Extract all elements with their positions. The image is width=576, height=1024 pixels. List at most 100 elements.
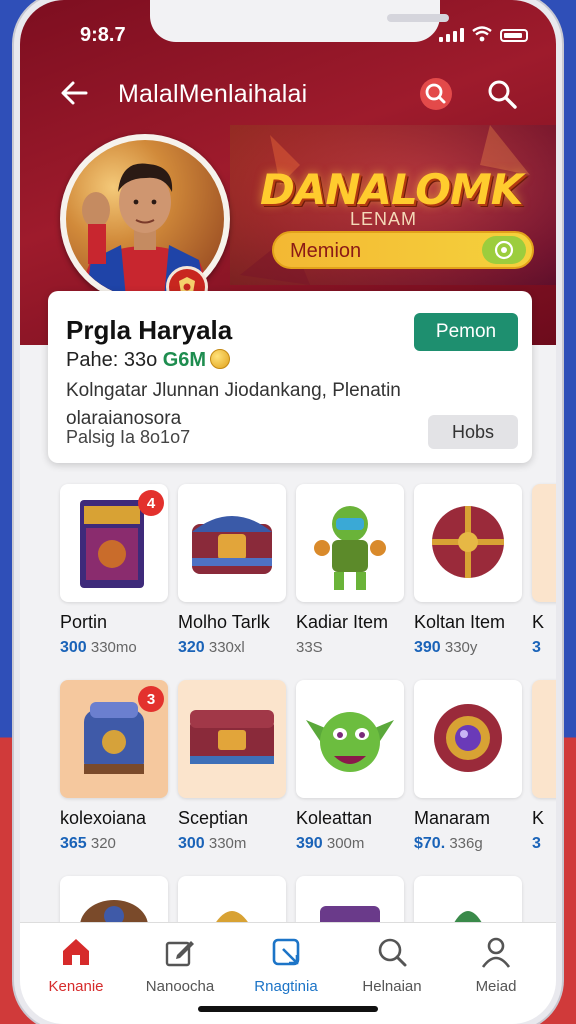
- profile-price: Pahe: 33o G6M: [66, 349, 231, 372]
- secondary-button[interactable]: Hobs: [428, 415, 518, 449]
- user-icon: [481, 937, 511, 968]
- item-card[interactable]: K 3: [532, 484, 556, 657]
- item-price: 365 320: [60, 835, 168, 853]
- item-price-value: 300: [178, 835, 205, 852]
- tab-home[interactable]: Kenanie: [26, 935, 126, 995]
- amulet-icon: [434, 704, 502, 772]
- banner-title: DANALOMK: [260, 165, 523, 214]
- tab-search[interactable]: Helnaian: [342, 935, 442, 995]
- item-thumb: [296, 484, 404, 602]
- item-card[interactable]: [178, 876, 286, 926]
- item-price-sub: 330m: [208, 835, 247, 852]
- target-icon: [494, 240, 514, 260]
- item-thumb: 4: [60, 484, 168, 602]
- creature-icon: [452, 911, 484, 926]
- item-price-sub: 300m: [326, 835, 365, 852]
- tab-label: Meiad: [475, 978, 517, 995]
- banner-pill[interactable]: Memion: [272, 231, 534, 269]
- profile-name: Prgla Haryala: [66, 315, 233, 345]
- battery-icon: [500, 29, 528, 42]
- item-price: 33S: [296, 639, 404, 657]
- profile-description: Kolngatar Jlunnan Jiodankang, Plenatin o…: [66, 380, 401, 429]
- item-price-sub: 330mo: [90, 639, 137, 656]
- tab-profile[interactable]: Meiad: [446, 935, 546, 995]
- item-thumb: [60, 876, 168, 926]
- search-icon[interactable]: [484, 76, 520, 112]
- banner-subtitle: LENAM: [350, 209, 418, 229]
- bookmark-icon: [272, 938, 300, 966]
- search-badge-icon[interactable]: [418, 76, 454, 112]
- item-card[interactable]: Koltan Item 390 330y: [414, 484, 522, 657]
- item-name: Kadiar Item: [296, 612, 389, 632]
- item-price: 320 330xl: [178, 639, 286, 657]
- item-price-value: 390: [296, 835, 323, 852]
- item-name: kolexoiana: [60, 808, 147, 828]
- page-title: MalalMenlaihalai: [118, 80, 308, 108]
- tab-bookmark[interactable]: Rnagtinia: [236, 935, 336, 995]
- promo-banner[interactable]: DANALOMK LENAM Memion: [230, 125, 556, 285]
- banner-pill-label: Memion: [290, 240, 362, 262]
- item-name: Manaram: [414, 808, 491, 828]
- item-card[interactable]: Kadiar Item 33S: [296, 484, 404, 657]
- item-price-sub: 33S: [296, 639, 323, 656]
- item-card[interactable]: Molho Tarlk 320 330xl: [178, 484, 286, 657]
- item-name: Koltan Item: [414, 612, 506, 632]
- item-card[interactable]: [296, 876, 404, 926]
- item-thumb: 3: [60, 680, 168, 798]
- home-icon: [63, 939, 89, 965]
- tab-label: Nanoocha: [145, 978, 215, 995]
- goblin-head-icon: [306, 712, 394, 772]
- item-name: K: [532, 808, 545, 828]
- item-card[interactable]: [414, 876, 522, 926]
- item-name: Sceptian: [178, 808, 249, 828]
- shield-icon: [213, 911, 251, 926]
- treasure-box-icon: [190, 710, 274, 764]
- item-card[interactable]: Manaram $70. 336g: [414, 680, 522, 853]
- tab-label: Rnagtinia: [254, 978, 318, 995]
- item-price: 390 330y: [414, 639, 522, 657]
- item-card[interactable]: Sceptian 300 330m: [178, 680, 286, 853]
- notch: [150, 0, 449, 42]
- item-price-value: $70.: [414, 835, 446, 852]
- item-card[interactable]: Koleattan 390 300m: [296, 680, 404, 853]
- back-arrow-icon[interactable]: [58, 76, 92, 110]
- search-icon: [378, 938, 407, 967]
- orb-icon: [432, 506, 504, 578]
- item-thumb: [414, 680, 522, 798]
- item-grid: 4 Portin 300 330mo Molho Tarlk 320 330xl…: [48, 476, 556, 926]
- signal-icon: [439, 28, 464, 42]
- item-price-sub: 336g: [449, 835, 483, 852]
- status-icons: [439, 26, 528, 42]
- item-price-value: 3: [532, 639, 541, 656]
- item-thumb: [296, 876, 404, 926]
- status-time: 9:8.7: [80, 24, 126, 46]
- primary-button[interactable]: Pemon: [414, 313, 518, 351]
- item-price-value: 390: [414, 639, 441, 656]
- item-card[interactable]: K 3: [532, 680, 556, 853]
- item-thumb: [178, 484, 286, 602]
- item-price-value: 365: [60, 835, 87, 852]
- edit-icon: [165, 941, 194, 967]
- tab-label: Helnaian: [362, 978, 422, 995]
- item-card[interactable]: [60, 876, 168, 926]
- item-name: K: [532, 612, 545, 632]
- banner-pill-button[interactable]: [482, 236, 526, 264]
- item-name: Molho Tarlk: [178, 612, 270, 632]
- item-card[interactable]: 3 kolexoiana 365 320: [60, 680, 168, 853]
- tab-edit[interactable]: Nanoocha: [130, 935, 230, 995]
- item-card[interactable]: 4 Portin 300 330mo: [60, 484, 168, 657]
- wifi-icon: [472, 26, 492, 42]
- item-thumb: [178, 876, 286, 926]
- phone-frame: 9:8.7 MalalMenlaihalai DANALOMK LENAM Me…: [20, 0, 556, 1024]
- item-name: Portin: [60, 612, 108, 632]
- item-price-value: 320: [178, 639, 205, 656]
- item-price-value: 3: [532, 835, 541, 852]
- robot-figure-icon: [314, 506, 386, 590]
- chest-icon: [192, 516, 272, 574]
- helmet-icon: [80, 900, 148, 926]
- item-price-value: 300: [60, 639, 87, 656]
- item-price: 390 300m: [296, 835, 404, 853]
- item-price: $70. 336g: [414, 835, 522, 853]
- count-badge: 3: [138, 686, 164, 712]
- coin-icon: [210, 349, 231, 369]
